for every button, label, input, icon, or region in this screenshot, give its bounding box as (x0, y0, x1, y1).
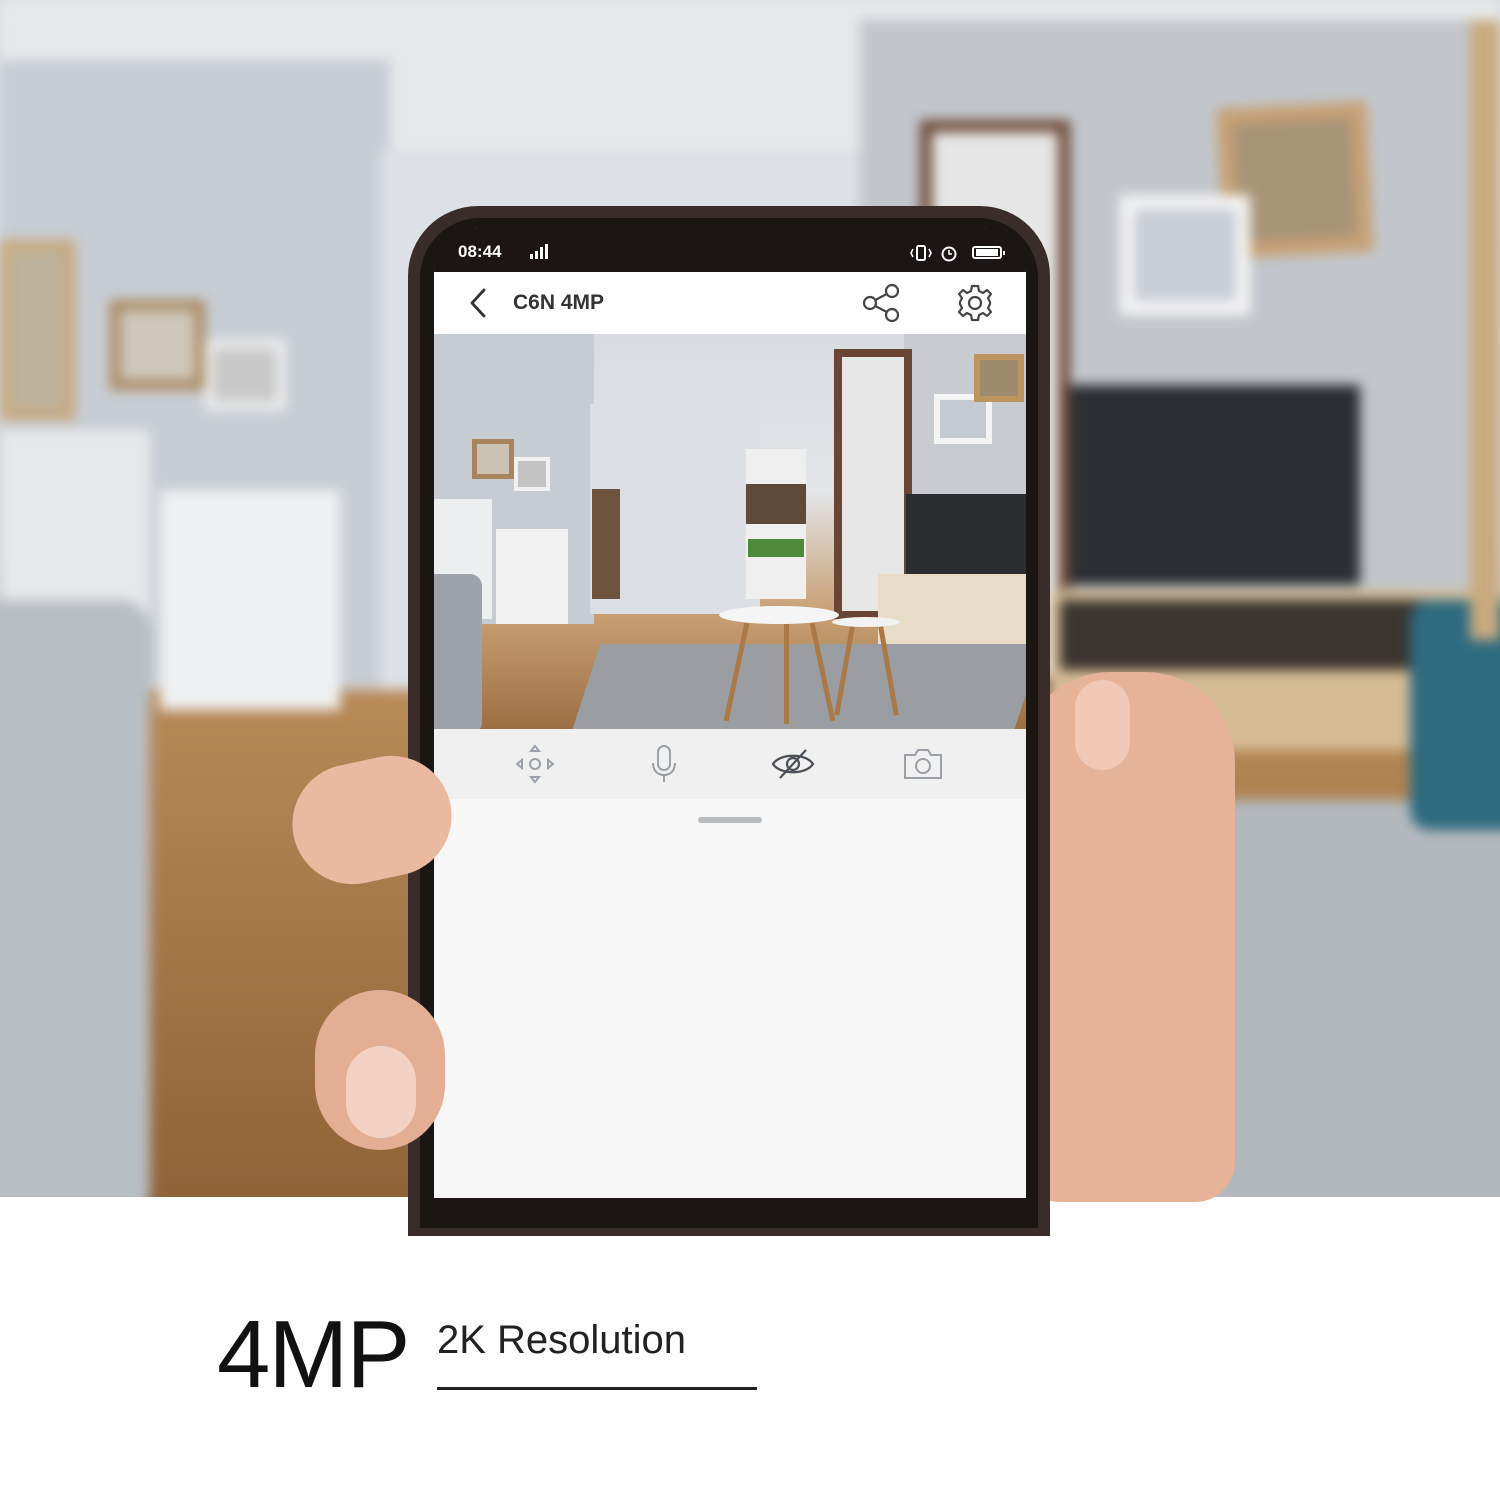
drawer-drag-handle[interactable] (698, 817, 762, 823)
chevron-left-icon (470, 288, 486, 318)
status-time: 08:44 (458, 242, 502, 261)
snapshot-camera-icon (904, 749, 942, 779)
privacy-mode-button[interactable] (770, 741, 816, 787)
microphone-icon (652, 745, 676, 782)
caption-headline: 4MP (217, 1301, 410, 1408)
privacy-eye-off-icon (771, 749, 815, 779)
camera-controls-bar (434, 729, 1026, 799)
share-button[interactable] (860, 282, 904, 324)
caption-underline (437, 1387, 757, 1390)
status-icons (910, 242, 1010, 264)
share-icon (862, 283, 900, 323)
details-panel (434, 799, 1026, 1198)
caption-subline: 2K Resolution (437, 1318, 687, 1362)
status-bar: 08:44 (434, 232, 1026, 272)
settings-button[interactable] (954, 282, 996, 324)
gear-icon (957, 284, 993, 322)
app-header: C6N 4MP (434, 272, 1026, 334)
device-title: C6N 4MP (513, 291, 605, 314)
back-button[interactable] (462, 286, 496, 320)
fingernail-left (346, 1046, 416, 1138)
pan-tilt-button[interactable] (512, 741, 558, 787)
signal-bars-icon (516, 244, 550, 263)
battery-icon (972, 246, 1005, 259)
snapshot-button[interactable] (900, 741, 946, 787)
alarm-icon (940, 244, 958, 262)
thumbnail-right (1075, 680, 1130, 770)
vibrate-icon (910, 244, 932, 261)
pan-tilt-icon (515, 744, 555, 784)
live-camera-feed[interactable] (434, 334, 1026, 729)
microphone-button[interactable] (641, 741, 687, 787)
